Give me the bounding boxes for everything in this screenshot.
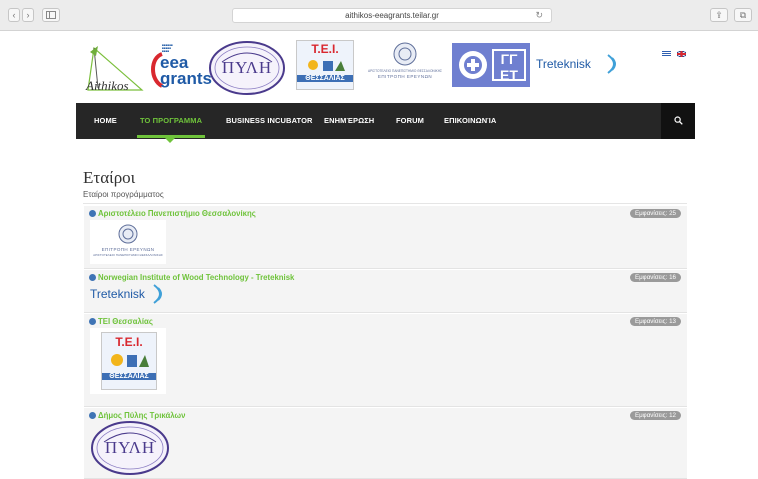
browser-toolbar: ‹ › aithikos-eeagrants.teilar.gr ↻ ⇪ ⧉	[0, 0, 758, 31]
nav-news[interactable]: ΕΝΗΜΈΡΩΣΗ	[324, 103, 374, 139]
nav-home[interactable]: HOME	[94, 103, 117, 139]
partner-logo-text: ΠΥΛΗ	[104, 438, 156, 457]
partner-title-link[interactable]: Αριστοτέλειο Πανεπιστήμιο Θεσσαλονίκης	[89, 209, 256, 218]
tabs-icon[interactable]: ⧉	[734, 8, 752, 22]
main-nav: HOME ΤΟ ΠΡΟΓΡΑΜΜΑ BUSINESS INCUBATOR ΕΝΗ…	[76, 103, 695, 139]
gsrt-logo[interactable]: ΓΓ ΕΤ	[452, 43, 530, 87]
views-badge: Εμφανίσεις: 25	[629, 209, 681, 218]
partner-logo-text: ΕΠΙΤΡΟΠΗ ΕΡΕΥΝΩΝ	[101, 247, 155, 252]
url-text: aithikos-eeagrants.teilar.gr	[345, 11, 439, 20]
globe-icon	[89, 210, 96, 217]
partner-logo-text: Τ.Ε.Ι.	[115, 335, 143, 349]
partner-logo[interactable]: ΕΠΙΤΡΟΠΗ ΕΡΕΥΝΩΝ ΑΡΙΣΤΟΤΕΛΕΙΟ ΠΑΝΕΠΙΣΤΗΜ…	[90, 220, 166, 264]
treteknisk-text: Treteknisk	[536, 57, 591, 71]
partner-logo-text: Treteknisk	[90, 287, 145, 301]
greek-flag-icon[interactable]	[662, 51, 671, 57]
address-bar[interactable]: aithikos-eeagrants.teilar.gr ↻	[232, 8, 552, 23]
tei-bottom-text: ΘΕΣΣΑΛΙΑΣ	[297, 75, 353, 82]
partner-logo[interactable]: Τ.Ε.Ι. ΘΕΣΣΑΛΙΑΣ	[90, 328, 166, 394]
grants-text: grants	[160, 69, 212, 88]
tei-logo[interactable]: Τ.Ε.Ι. ΘΕΣΣΑΛΙΑΣ	[296, 40, 354, 90]
share-icon[interactable]: ⇪	[710, 8, 728, 22]
research-committee-logo[interactable]: ΑΡΙΣΤΟΤΕΛΕΙΟ ΠΑΝΕΠΙΣΤΗΜΙΟ ΘΕΣΣΑΛΟΝΙΚΗΣ Ε…	[366, 42, 444, 88]
partner-logo-subtext: ΑΡΙΣΤΟΤΕΛΕΙΟ ΠΑΝΕΠΙΣΤΗΜΙΟ ΘΕΣΣΑΛΟΝΙΚΗΣ	[93, 253, 163, 257]
nav-active-caret	[165, 138, 175, 143]
partner-card: Αριστοτέλειο Πανεπιστήμιο Θεσσαλονίκης Ε…	[84, 206, 687, 269]
globe-icon	[89, 274, 96, 281]
treteknisk-logo[interactable]: Treteknisk	[536, 52, 626, 78]
partner-title-link[interactable]: Norwegian Institute of Wood Technology -…	[89, 273, 294, 282]
views-badge: Εμφανίσεις: 13	[629, 317, 681, 326]
nav-business-incubator[interactable]: BUSINESS INCUBATOR	[226, 103, 313, 139]
partner-logo[interactable]: Treteknisk	[90, 283, 176, 307]
views-badge: Εμφανίσεις: 16	[629, 273, 681, 282]
sidebar-icon[interactable]	[42, 8, 60, 22]
partner-logo-subtext: ΘΕΣΣΑΛΙΑΣ	[102, 373, 156, 380]
globe-icon	[89, 318, 96, 325]
pyli-logo[interactable]: ΠΥΛΗ	[208, 40, 286, 96]
header-logos: Aithikos ■■■■■■ ■■■■■ ■■■■ eea grants ΠΥΛΗ…	[76, 36, 696, 104]
back-button[interactable]: ‹	[8, 8, 20, 22]
tei-top-text: Τ.Ε.Ι.	[311, 42, 339, 56]
gsrt-text: ΓΓ ΕΤ	[492, 49, 526, 83]
partner-card: ΤΕΙ Θεσσαλίας Εμφανίσεις: 13 Τ.Ε.Ι. ΘΕΣΣ…	[84, 314, 687, 407]
partner-card: Norwegian Institute of Wood Technology -…	[84, 270, 687, 313]
nav-forum[interactable]: FORUM	[396, 103, 424, 139]
nav-programme[interactable]: ΤΟ ΠΡΟΓΡΑΜΜΑ	[140, 103, 202, 139]
views-badge: Εμφανίσεις: 12	[629, 411, 681, 420]
aithikos-logo[interactable]: Aithikos	[84, 40, 144, 100]
partner-name: Αριστοτέλειο Πανεπιστήμιο Θεσσαλονίκης	[98, 209, 256, 218]
uk-flag-icon[interactable]	[677, 51, 687, 57]
forward-button[interactable]: ›	[22, 8, 34, 22]
search-button[interactable]	[661, 103, 695, 139]
page-subtitle: Εταίροι προγράμματος	[83, 190, 164, 199]
globe-icon	[89, 412, 96, 419]
divider	[83, 203, 687, 204]
partner-title-link[interactable]: Δήμος Πύλης Τρικάλων	[89, 411, 185, 420]
partner-logo[interactable]: ΠΥΛΗ	[90, 420, 170, 476]
reload-icon[interactable]: ↻	[535, 9, 543, 22]
eea-grants-logo[interactable]: ■■■■■■ ■■■■■ ■■■■ eea grants	[144, 42, 212, 98]
partner-name: ΤΕΙ Θεσσαλίας	[98, 317, 153, 326]
partner-name: Norwegian Institute of Wood Technology -…	[98, 273, 295, 282]
aithikos-logo-text: Aithikos	[86, 78, 129, 93]
language-switcher	[662, 44, 688, 62]
nav-contact[interactable]: ΕΠΙΚΟΙΝΩΝΊΑ	[444, 103, 496, 139]
partner-card: Δήμος Πύλης Τρικάλων Εμφανίσεις: 12 ΠΥΛΗ	[84, 408, 687, 479]
search-icon	[673, 116, 683, 125]
research-line2: ΕΠΙΤΡΟΠΗ ΕΡΕΥΝΩΝ	[377, 74, 433, 79]
page-title: Εταίροι	[83, 168, 136, 187]
partner-name: Δήμος Πύλης Τρικάλων	[98, 411, 186, 420]
partner-title-link[interactable]: ΤΕΙ Θεσσαλίας	[89, 317, 153, 326]
research-line1: ΑΡΙΣΤΟΤΕΛΕΙΟ ΠΑΝΕΠΙΣΤΗΜΙΟ ΘΕΣΣΑΛΟΝΙΚΗΣ	[367, 69, 443, 73]
pyli-text: ΠΥΛΗ	[221, 58, 273, 77]
